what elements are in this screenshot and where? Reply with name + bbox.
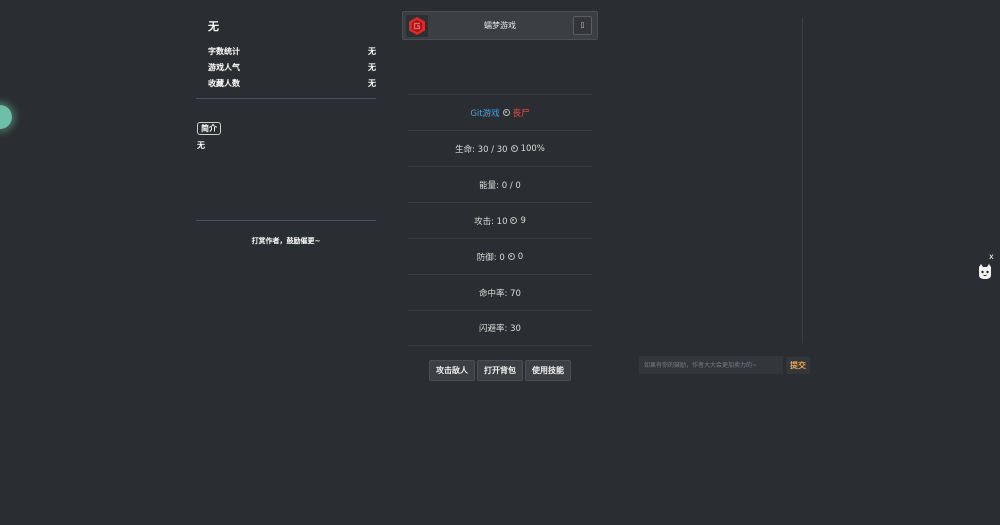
stat-label: 收藏人数 — [208, 79, 240, 88]
stat-value: 无 — [368, 79, 376, 88]
defense-icon — [507, 253, 515, 260]
dodge-rate-text: 闪避率: 30 — [479, 324, 521, 334]
hit-rate-row: 命中率: 70 — [408, 274, 592, 310]
floating-bubble-widget[interactable] — [0, 105, 12, 129]
github-cat-icon[interactable] — [977, 263, 993, 281]
battle-stats-list: Git游戏 丧尸 生命: 30 / 30 100% 能量: 0 / 0 攻击: … — [408, 94, 592, 346]
comment-input[interactable] — [639, 356, 783, 374]
stat-label: 字数统计 — [208, 47, 240, 56]
stat-row-word-count: 字数统计 无 — [208, 46, 376, 62]
game-header-bar: 蠕梦游戏 ▯ — [402, 11, 598, 40]
attack-enemy-button[interactable]: 攻击敌人 — [429, 360, 475, 381]
hit-rate-text: 命中率: 70 — [479, 288, 521, 299]
defense-text: 防御: 0 — [476, 252, 505, 263]
action-buttons: 攻击敌人 打开背包 使用技能 — [429, 360, 571, 381]
use-skill-button[interactable]: 使用技能 — [525, 360, 571, 381]
hp-percent: 100% — [520, 143, 545, 154]
stat-value: 无 — [368, 63, 376, 72]
open-bag-button[interactable]: 打开背包 — [477, 360, 523, 381]
stat-value: 无 — [368, 47, 376, 56]
hp-row: 生命: 30 / 30 100% — [408, 130, 592, 166]
left-info-panel: 无 字数统计 无 游戏人气 无 收藏人数 无 简介 无 打赏作者，鼓励催更~ — [196, 0, 376, 260]
energy-row: 能量: 0 / 0 — [408, 166, 592, 202]
attack-bonus: 9 — [520, 215, 526, 226]
defense-row: 防御: 0 0 — [408, 238, 592, 274]
right-panel-divider — [802, 18, 803, 343]
stat-row-favorites: 收藏人数 无 — [208, 78, 376, 94]
game-stats: 字数统计 无 游戏人气 无 收藏人数 无 — [208, 46, 376, 94]
game-link[interactable]: Git游戏 — [470, 107, 499, 119]
tip-author-link[interactable]: 打赏作者，鼓励催更~ — [196, 236, 376, 246]
divider — [196, 98, 376, 99]
dodge-rate-row: 闪避率: 30 — [408, 310, 592, 346]
intro-text: 无 — [197, 141, 205, 150]
close-icon[interactable]: x — [989, 252, 994, 261]
stat-row-popularity: 游戏人气 无 — [208, 62, 376, 78]
versus-icon — [502, 109, 510, 116]
hp-icon — [510, 145, 518, 152]
energy-text: 能量: 0 / 0 — [479, 180, 521, 191]
hp-text: 生命: 30 / 30 — [455, 144, 508, 155]
game-title: 无 — [208, 20, 219, 33]
attack-text: 攻击: 10 — [474, 216, 508, 227]
intro-badge: 简介 — [197, 122, 221, 135]
game-logo-icon[interactable] — [406, 15, 428, 37]
divider — [196, 220, 376, 221]
stat-label: 游戏人气 — [208, 63, 240, 72]
defense-bonus: 0 — [517, 251, 524, 262]
enemy-link[interactable]: 丧尸 — [513, 107, 530, 119]
submit-button[interactable]: 提交 — [786, 357, 810, 374]
battle-header-row: Git游戏 丧尸 — [408, 94, 592, 130]
menu-button[interactable]: ▯ — [573, 16, 592, 35]
attack-row: 攻击: 10 9 — [408, 202, 592, 238]
attack-icon — [510, 217, 518, 224]
header-title: 蠕梦游戏 — [484, 21, 516, 30]
